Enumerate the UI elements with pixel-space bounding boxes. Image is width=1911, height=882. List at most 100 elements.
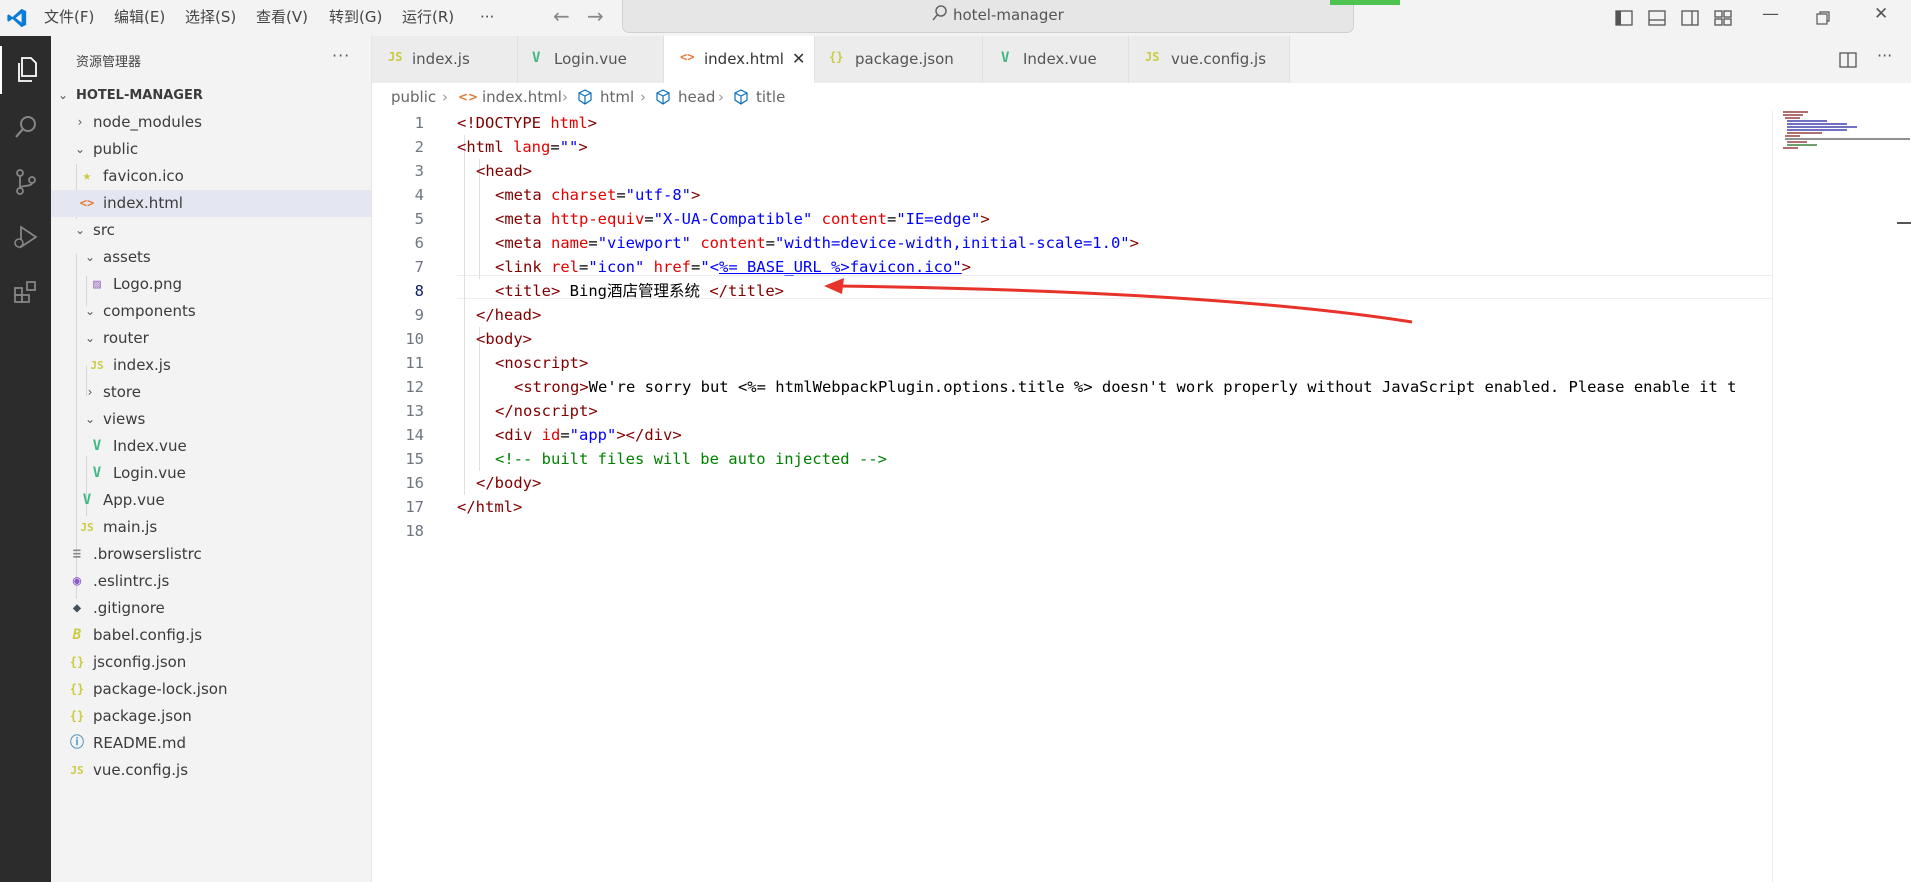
tree-item-readme[interactable]: ⓘ README.md — [51, 730, 371, 757]
progress-indicator — [1330, 0, 1400, 5]
json-file-icon: {} — [69, 709, 85, 723]
tree-item-favicon[interactable]: ★ favicon.ico — [51, 163, 371, 190]
tree-item-public[interactable]: ⌄ public — [51, 136, 371, 163]
tree-item-login-vue[interactable]: V Login.vue — [51, 460, 371, 487]
tree-item-src[interactable]: ⌄ src — [51, 217, 371, 244]
menu-view[interactable]: 查看(V) — [256, 0, 308, 36]
tree-item-label: views — [103, 410, 146, 428]
tree-item-logo-png[interactable]: ▨ Logo.png — [51, 271, 371, 298]
tree-item-eslintrc[interactable]: ◉ .eslintrc.js — [51, 568, 371, 595]
tree-item-router[interactable]: ⌄ router — [51, 325, 371, 352]
tree-item-package-lock[interactable]: {} package-lock.json — [51, 676, 371, 703]
extensions-icon[interactable] — [0, 268, 51, 316]
project-root-header[interactable]: ⌄ HOTEL-MANAGER — [51, 82, 371, 109]
search-activity-icon[interactable] — [0, 103, 51, 151]
command-center-search[interactable]: hotel-manager — [622, 0, 1354, 33]
tab-index-html[interactable]: <> index.html ✕ — [664, 36, 815, 83]
minimap[interactable] — [1772, 111, 1911, 882]
title-bar: 文件(F) 编辑(E) 选择(S) 查看(V) 转到(G) 运行(R) ··· … — [0, 0, 1911, 36]
element-cube-icon — [734, 89, 748, 105]
line-number-current: 8 — [414, 282, 424, 300]
menu-file[interactable]: 文件(F) — [44, 0, 94, 36]
explorer-icon[interactable] — [0, 46, 53, 94]
indent-guide — [464, 135, 465, 495]
tree-item-label: Index.vue — [113, 437, 187, 455]
tab-label: index.js — [412, 50, 470, 68]
tree-item-label: vue.config.js — [93, 761, 189, 779]
split-editor-icon[interactable] — [1838, 50, 1858, 70]
tree-item-index-vue[interactable]: V Index.vue — [51, 433, 371, 460]
tree-item-index-html[interactable]: <> index.html — [51, 190, 371, 217]
tree-item-label: babel.config.js — [93, 626, 203, 644]
tree-item-main-js[interactable]: JS main.js — [51, 514, 371, 541]
tree-item-vue-config[interactable]: JS vue.config.js — [51, 757, 371, 784]
vscode-logo-icon[interactable] — [6, 7, 28, 29]
toggle-primary-sidebar-icon[interactable] — [1614, 8, 1634, 28]
image-file-icon: ▨ — [93, 277, 101, 292]
tab-index-js[interactable]: JS index.js — [372, 36, 518, 83]
js-file-icon: JS — [90, 359, 104, 372]
breadcrumb-public[interactable]: public — [391, 88, 436, 106]
activity-bar — [0, 36, 51, 882]
chevron-down-icon: ⌄ — [84, 331, 96, 345]
tree-item-browserslistrc[interactable]: ≡ .browserslistrc — [51, 541, 371, 568]
tree-item-label: .eslintrc.js — [93, 572, 170, 590]
line-number: 18 — [405, 522, 424, 540]
minimap-cursor-marker — [1897, 222, 1911, 224]
menu-go[interactable]: 转到(G) — [329, 0, 382, 36]
tab-index-vue[interactable]: V Index.vue — [983, 36, 1129, 83]
tree-item-label: public — [93, 140, 139, 158]
line-number: 17 — [405, 498, 424, 516]
tree-item-router-index-js[interactable]: JS index.js — [51, 352, 371, 379]
js-file-icon: JS — [1145, 50, 1160, 64]
close-window-icon[interactable]: ✕ — [1874, 4, 1888, 24]
vue-file-icon: V — [1001, 50, 1010, 66]
js-file-icon: JS — [388, 50, 403, 64]
breadcrumb-separator-icon: › — [640, 88, 646, 106]
tab-login-vue[interactable]: V Login.vue — [518, 36, 664, 83]
back-arrow-icon[interactable]: ← — [553, 4, 570, 28]
tree-item-gitignore[interactable]: ◆ .gitignore — [51, 595, 371, 622]
tree-item-label: jsconfig.json — [93, 653, 187, 671]
code-line: </html> — [457, 498, 523, 516]
minimize-icon[interactable]: — — [1762, 4, 1779, 24]
code-line: </head> — [476, 306, 542, 324]
close-tab-icon[interactable]: ✕ — [792, 49, 805, 68]
run-debug-icon[interactable] — [0, 213, 51, 261]
tree-item-components[interactable]: ⌄ components — [51, 298, 371, 325]
restore-icon[interactable] — [1815, 10, 1831, 26]
tab-vue-config-js[interactable]: JS vue.config.js — [1129, 36, 1290, 83]
menu-selection[interactable]: 选择(S) — [185, 0, 236, 36]
code-line: <body> — [476, 330, 532, 348]
breadcrumb-html[interactable]: html — [600, 88, 634, 106]
editor-more-actions-icon[interactable]: ··· — [1877, 46, 1892, 65]
breadcrumb-title[interactable]: title — [756, 88, 785, 106]
tree-item-label: .browserslistrc — [93, 545, 202, 563]
breadcrumb-index-html[interactable]: index.html — [482, 88, 562, 106]
menu-more[interactable]: ··· — [480, 0, 494, 36]
toggle-secondary-sidebar-icon[interactable] — [1680, 8, 1700, 28]
tree-item-babel-config[interactable]: B babel.config.js — [51, 622, 371, 649]
menu-run[interactable]: 运行(R) — [402, 0, 454, 36]
menu-edit[interactable]: 编辑(E) — [114, 0, 165, 36]
tree-item-jsconfig[interactable]: {} jsconfig.json — [51, 649, 371, 676]
tab-package-json[interactable]: {} package.json — [815, 36, 983, 83]
tree-item-node-modules[interactable]: › node_modules — [51, 109, 371, 136]
toggle-panel-icon[interactable] — [1647, 8, 1667, 28]
breadcrumb-head[interactable]: head — [678, 88, 715, 106]
search-text: hotel-manager — [953, 6, 1064, 24]
customize-layout-icon[interactable] — [1713, 8, 1733, 28]
tree-item-package-json[interactable]: {} package.json — [51, 703, 371, 730]
breadcrumb-separator-icon: › — [718, 88, 724, 106]
source-control-icon[interactable] — [0, 158, 51, 206]
tree-item-label: node_modules — [93, 113, 202, 131]
code-line: </noscript> — [495, 402, 598, 420]
tree-item-assets[interactable]: ⌄ assets — [51, 244, 371, 271]
line-number: 4 — [414, 186, 424, 204]
code-editor[interactable]: 1 2 3 4 5 6 7 8 9 10 11 12 13 14 15 16 1… — [372, 111, 1772, 882]
tree-item-views[interactable]: ⌄ views — [51, 406, 371, 433]
tree-item-store[interactable]: › store — [51, 379, 371, 406]
forward-arrow-icon[interactable]: → — [587, 4, 604, 28]
tree-item-app-vue[interactable]: V App.vue — [51, 487, 371, 514]
sidebar-more-actions[interactable]: ··· — [332, 46, 350, 65]
